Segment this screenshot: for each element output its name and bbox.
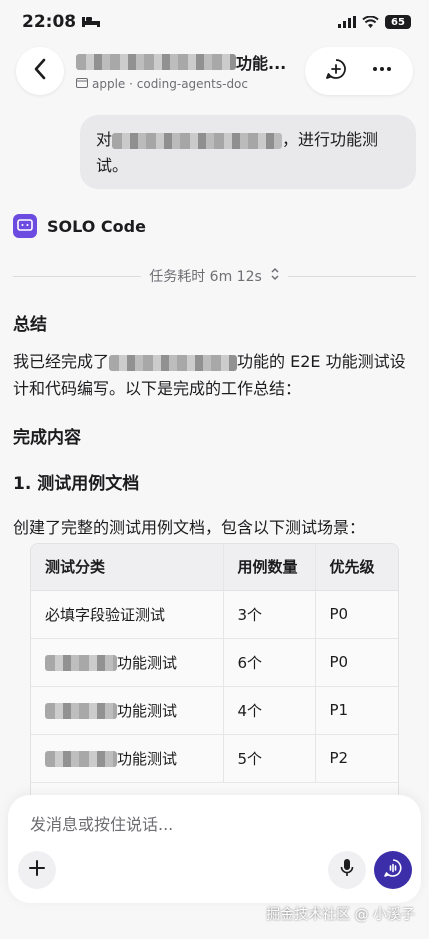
category-text: 功能测试 bbox=[117, 701, 178, 720]
voice-chat-icon bbox=[383, 858, 403, 882]
doc-paragraph: 创建了完整的测试用例文档，包含以下测试场景： bbox=[13, 518, 366, 537]
user-message-bubble: 对，进行功能测试。 bbox=[80, 115, 416, 189]
battery-indicator: 65 bbox=[385, 15, 411, 29]
status-left: 22:08 bbox=[22, 12, 101, 32]
category-text: 必填字段验证测试 bbox=[45, 605, 166, 624]
category-text: 功能测试 bbox=[117, 749, 178, 768]
table-row: 功能测试 6个 P0 bbox=[31, 638, 398, 687]
redacted-feature-name bbox=[112, 132, 283, 149]
signal-icon bbox=[338, 13, 356, 32]
col-header-priority: 优先级 bbox=[315, 544, 398, 591]
summary-prefix: 我已经完成了 bbox=[13, 352, 110, 371]
cell-category: 必填字段验证测试 bbox=[31, 590, 224, 639]
cell-category: 功能测试 bbox=[31, 734, 224, 783]
repo-label: apple · coding-agents-doc bbox=[92, 77, 248, 91]
new-chat-button[interactable] bbox=[324, 57, 348, 85]
bed-icon bbox=[82, 12, 101, 32]
microphone-button[interactable] bbox=[328, 851, 366, 889]
status-right: 65 bbox=[338, 13, 411, 32]
chat-header: 功能... apple · coding-agents-doc bbox=[0, 44, 429, 100]
agent-name: SOLO Code bbox=[47, 216, 146, 236]
plus-icon bbox=[28, 859, 46, 881]
cell-priority: P0 bbox=[315, 638, 398, 687]
table-header-row: 测试分类 用例数量 优先级 bbox=[31, 544, 398, 591]
chevron-updown-icon bbox=[270, 267, 280, 285]
new-chat-icon bbox=[324, 59, 348, 85]
test-case-table: 测试分类 用例数量 优先级 必填字段验证测试 3个 P0 功能测试 6个 P0 … bbox=[30, 543, 399, 803]
cell-category: 功能测试 bbox=[31, 686, 224, 735]
summary-heading: 总结 bbox=[13, 315, 47, 335]
task-duration-label: 任务耗时 6m 12s bbox=[149, 269, 262, 285]
cell-count: 5个 bbox=[223, 734, 316, 783]
cell-priority: P1 bbox=[315, 686, 398, 735]
done-heading: 完成内容 bbox=[13, 428, 81, 448]
cell-priority: P2 bbox=[315, 734, 398, 783]
category-text: 功能测试 bbox=[117, 653, 178, 672]
wifi-icon bbox=[362, 13, 379, 32]
status-bar: 22:08 65 bbox=[0, 0, 429, 44]
cell-category: 功能测试 bbox=[31, 638, 224, 687]
mic-icon bbox=[340, 858, 354, 882]
agent-response: 总结 我已经完成了 功能的 E2E 功能测试设计和代码编写。以下是完成的工作总结：… bbox=[13, 310, 416, 541]
cell-priority: P0 bbox=[315, 590, 398, 639]
redacted-text bbox=[45, 703, 117, 719]
status-time: 22:08 bbox=[22, 12, 77, 32]
watermark: 掘金技术社区 @ 小溪子 bbox=[266, 907, 415, 923]
header-actions bbox=[305, 47, 413, 95]
col-header-count: 用例数量 bbox=[223, 544, 316, 591]
cell-count: 6个 bbox=[223, 638, 316, 687]
folder-icon bbox=[76, 77, 88, 91]
agent-icon bbox=[13, 214, 37, 238]
chat-title: 功能... bbox=[76, 50, 296, 74]
doc-heading: 1. 测试用例文档 bbox=[13, 474, 140, 494]
add-attachment-button[interactable] bbox=[18, 851, 56, 889]
table-row: 必填字段验证测试 3个 P0 bbox=[31, 590, 398, 639]
more-button[interactable] bbox=[370, 57, 394, 85]
chat-subtitle: apple · coding-agents-doc bbox=[76, 77, 296, 91]
more-icon bbox=[370, 66, 394, 85]
task-duration-toggle[interactable]: 任务耗时 6m 12s bbox=[13, 262, 416, 290]
table-row: 功能测试 4个 P1 bbox=[31, 686, 398, 735]
cell-count: 3个 bbox=[223, 590, 316, 639]
table-row: 功能测试 5个 P2 bbox=[31, 734, 398, 783]
table: 测试分类 用例数量 优先级 必填字段验证测试 3个 P0 功能测试 6个 P0 … bbox=[31, 544, 398, 783]
message-input[interactable] bbox=[30, 813, 390, 835]
cell-count: 4个 bbox=[223, 686, 316, 735]
back-chevron-icon bbox=[33, 58, 47, 84]
redacted-feature-name bbox=[109, 354, 238, 371]
back-button[interactable] bbox=[16, 47, 64, 95]
voice-chat-button[interactable] bbox=[374, 851, 412, 889]
redacted-title-text bbox=[76, 54, 236, 70]
summary-paragraph: 我已经完成了 功能的 E2E 功能测试设计和代码编写。以下是完成的工作总结： bbox=[13, 348, 416, 402]
agent-header: SOLO Code bbox=[13, 214, 146, 238]
user-message-prefix: 对 bbox=[96, 130, 113, 149]
chat-title-area[interactable]: 功能... apple · coding-agents-doc bbox=[76, 50, 296, 91]
col-header-category: 测试分类 bbox=[31, 544, 224, 591]
message-composer bbox=[8, 795, 421, 903]
redacted-text bbox=[45, 751, 117, 767]
redacted-text bbox=[45, 655, 117, 671]
chat-title-suffix: 功能... bbox=[236, 54, 287, 73]
